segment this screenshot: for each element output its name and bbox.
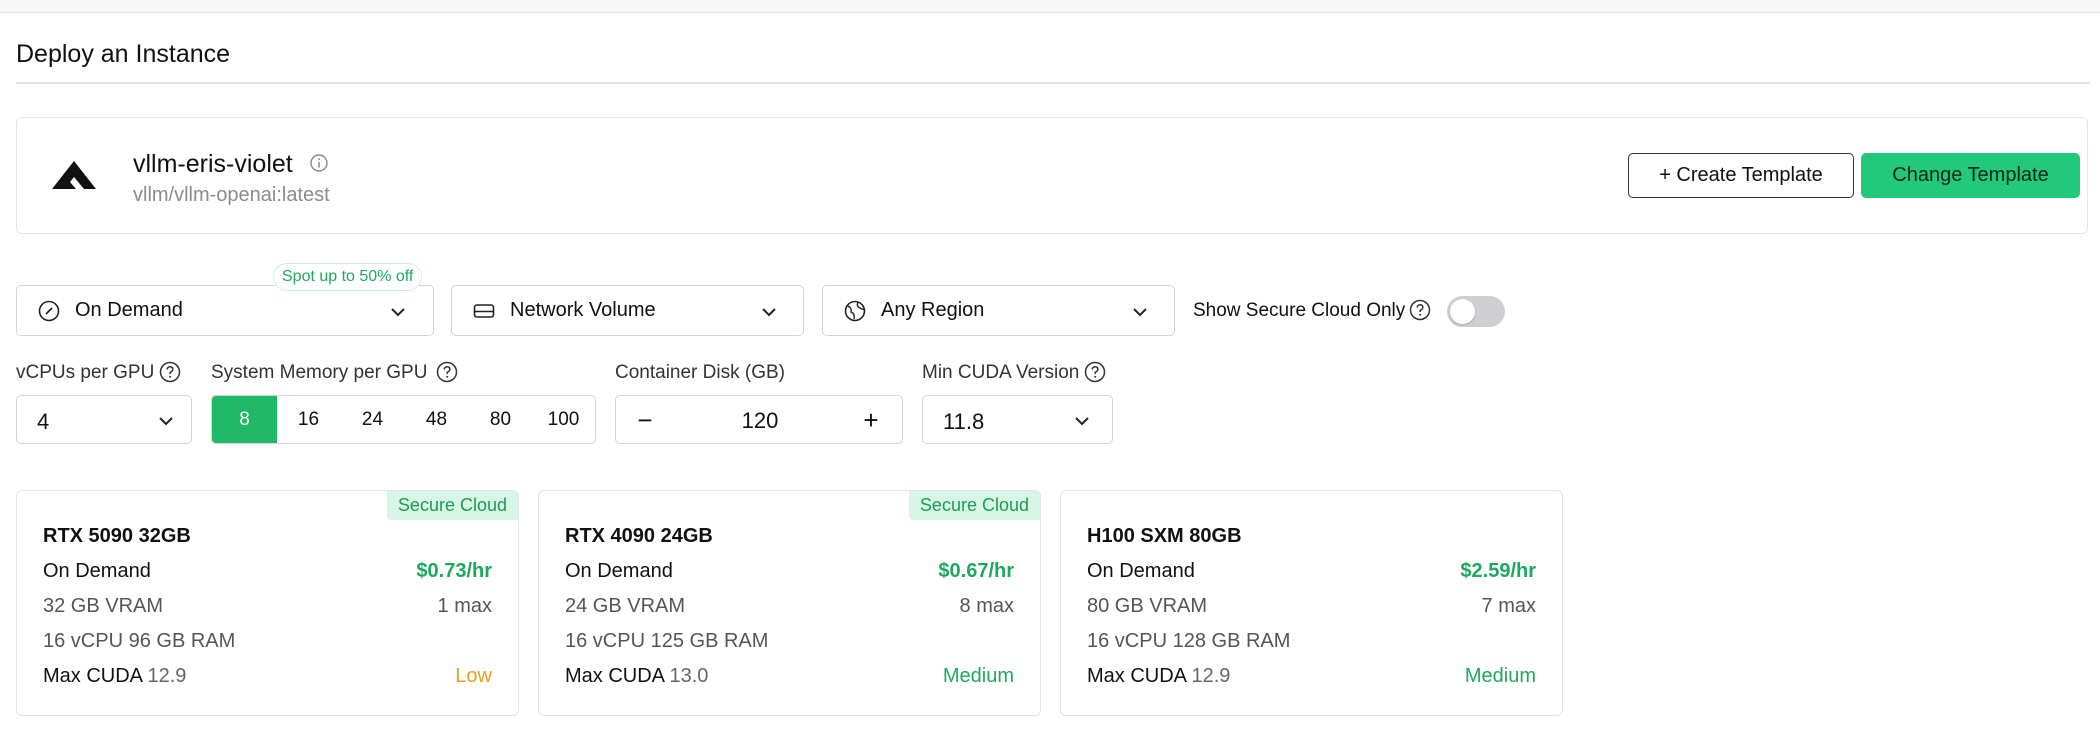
gpu-price: $0.73/hr <box>416 559 492 582</box>
gpu-vram-row: 80 GB VRAM 7 max <box>1087 593 1536 619</box>
help-icon[interactable] <box>1409 299 1431 321</box>
secure-cloud-label: Show Secure Cloud Only <box>1193 300 1406 321</box>
help-icon[interactable] <box>159 361 181 383</box>
memory-option[interactable]: 16 <box>277 396 340 443</box>
gpu-specs-row: 16 vCPU 96 GB RAM <box>43 628 492 654</box>
memory-segmented-control: 8 16 24 48 80 100 <box>211 395 596 444</box>
gpu-vram-row: 24 GB VRAM 8 max <box>565 593 1014 619</box>
create-template-button[interactable]: + Create Template <box>1628 153 1854 198</box>
memory-option[interactable]: 24 <box>340 396 405 443</box>
gpu-specs: 16 vCPU 125 GB RAM <box>565 629 769 652</box>
network-volume-select[interactable]: Network Volume <box>451 285 804 336</box>
change-template-button[interactable]: Change Template <box>1861 153 2080 198</box>
gpu-max-count: 7 max <box>1481 594 1536 617</box>
gpu-cuda-version: 12.9 <box>1191 664 1231 687</box>
gpu-card[interactable]: Secure Cloud RTX 4090 24GB On Demand $0.… <box>538 490 1041 716</box>
chevron-down-icon <box>1133 308 1147 317</box>
gpu-cuda-version: 12.9 <box>147 664 187 687</box>
gpu-name: RTX 5090 32GB <box>43 525 191 547</box>
gauge-icon <box>38 300 60 322</box>
increment-button[interactable]: + <box>856 406 886 434</box>
template-image: vllm/vllm-openai:latest <box>133 184 330 206</box>
gpu-max-count: 8 max <box>959 594 1014 617</box>
gpu-specs: 16 vCPU 128 GB RAM <box>1087 629 1291 652</box>
gpu-cuda-row: Max CUDA 13.0 Medium <box>565 663 1014 689</box>
gpu-cuda-label: Max CUDA <box>1087 664 1186 687</box>
gpu-price: $2.59/hr <box>1460 559 1536 582</box>
gpu-cuda-label: Max CUDA <box>43 664 142 687</box>
chevron-down-icon <box>762 308 776 317</box>
gpu-card[interactable]: H100 SXM 80GB On Demand $2.59/hr 80 GB V… <box>1060 490 1563 716</box>
drive-icon <box>473 304 495 318</box>
gpu-vram: 80 GB VRAM <box>1087 594 1208 617</box>
network-volume-value: Network Volume <box>510 299 656 321</box>
cuda-version-label: Min CUDA Version <box>922 362 1080 383</box>
page-title: Deploy an Instance <box>16 40 231 68</box>
gpu-pricing-type: On Demand <box>43 559 151 582</box>
gpu-pricing-row: On Demand $0.67/hr <box>565 558 1014 584</box>
gpu-cuda-row: Max CUDA 12.9 Medium <box>1087 663 1536 689</box>
gpu-name: H100 SXM 80GB <box>1087 525 1242 547</box>
pricing-select-value: On Demand <box>75 299 183 321</box>
gpu-availability: Medium <box>942 664 1014 687</box>
gpu-specs-row: 16 vCPU 128 GB RAM <box>1087 628 1536 654</box>
template-card: vllm-eris-violet vllm/vllm-openai:latest… <box>16 117 2088 234</box>
help-icon[interactable] <box>1084 361 1106 383</box>
gpu-vram: 32 GB VRAM <box>43 594 164 617</box>
container-disk-stepper: − 120 + <box>615 395 903 444</box>
runpod-logo-icon <box>52 161 96 189</box>
region-select-value: Any Region <box>881 299 985 321</box>
globe-icon <box>844 300 866 322</box>
vcpus-select[interactable]: 4 <box>16 395 192 444</box>
gpu-vram: 24 GB VRAM <box>565 594 686 617</box>
gpu-availability: Low <box>455 664 492 687</box>
memory-option[interactable]: 100 <box>533 396 594 443</box>
top-strip <box>0 0 2100 13</box>
region-select[interactable]: Any Region <box>822 285 1175 336</box>
container-disk-label: Container Disk (GB) <box>615 362 785 383</box>
memory-option[interactable]: 8 <box>212 396 277 443</box>
info-icon[interactable] <box>309 153 329 173</box>
gpu-cuda-row: Max CUDA 12.9 Low <box>43 663 492 689</box>
gpu-specs: 16 vCPU 96 GB RAM <box>43 629 236 652</box>
cuda-version-select[interactable]: 11.8 <box>922 395 1113 444</box>
gpu-specs-row: 16 vCPU 125 GB RAM <box>565 628 1014 654</box>
memory-label: System Memory per GPU <box>211 362 428 383</box>
gpu-cuda-label: Max CUDA <box>565 664 664 687</box>
spot-discount-badge: Spot up to 50% off <box>273 263 423 291</box>
gpu-max-count: 1 max <box>437 594 492 617</box>
template-name: vllm-eris-violet <box>133 150 293 178</box>
gpu-card[interactable]: Secure Cloud RTX 5090 32GB On Demand $0.… <box>16 490 519 716</box>
secure-cloud-badge: Secure Cloud <box>386 491 518 520</box>
help-icon[interactable] <box>436 361 458 383</box>
gpu-cuda-version: 13.0 <box>669 664 709 687</box>
gpu-vram-row: 32 GB VRAM 1 max <box>43 593 492 619</box>
secure-cloud-badge: Secure Cloud <box>908 491 1040 520</box>
chevron-down-icon <box>159 417 173 426</box>
secure-cloud-toggle[interactable] <box>1447 296 1505 327</box>
vcpus-value: 4 <box>37 409 50 434</box>
gpu-pricing-type: On Demand <box>1087 559 1195 582</box>
gpu-name: RTX 4090 24GB <box>565 525 713 547</box>
pricing-select[interactable]: On Demand <box>16 285 434 336</box>
chevron-down-icon <box>391 308 405 317</box>
memory-option[interactable]: 48 <box>405 396 468 443</box>
cuda-version-value: 11.8 <box>943 409 985 434</box>
memory-option[interactable]: 80 <box>468 396 533 443</box>
title-divider <box>16 82 2090 84</box>
gpu-pricing-type: On Demand <box>565 559 673 582</box>
chevron-down-icon <box>1075 417 1089 426</box>
vcpus-label: vCPUs per GPU <box>16 362 155 383</box>
gpu-availability: Medium <box>1464 664 1536 687</box>
gpu-price: $0.67/hr <box>938 559 1014 582</box>
gpu-pricing-row: On Demand $2.59/hr <box>1087 558 1536 584</box>
gpu-pricing-row: On Demand $0.73/hr <box>43 558 492 584</box>
toggle-knob <box>1450 299 1475 324</box>
